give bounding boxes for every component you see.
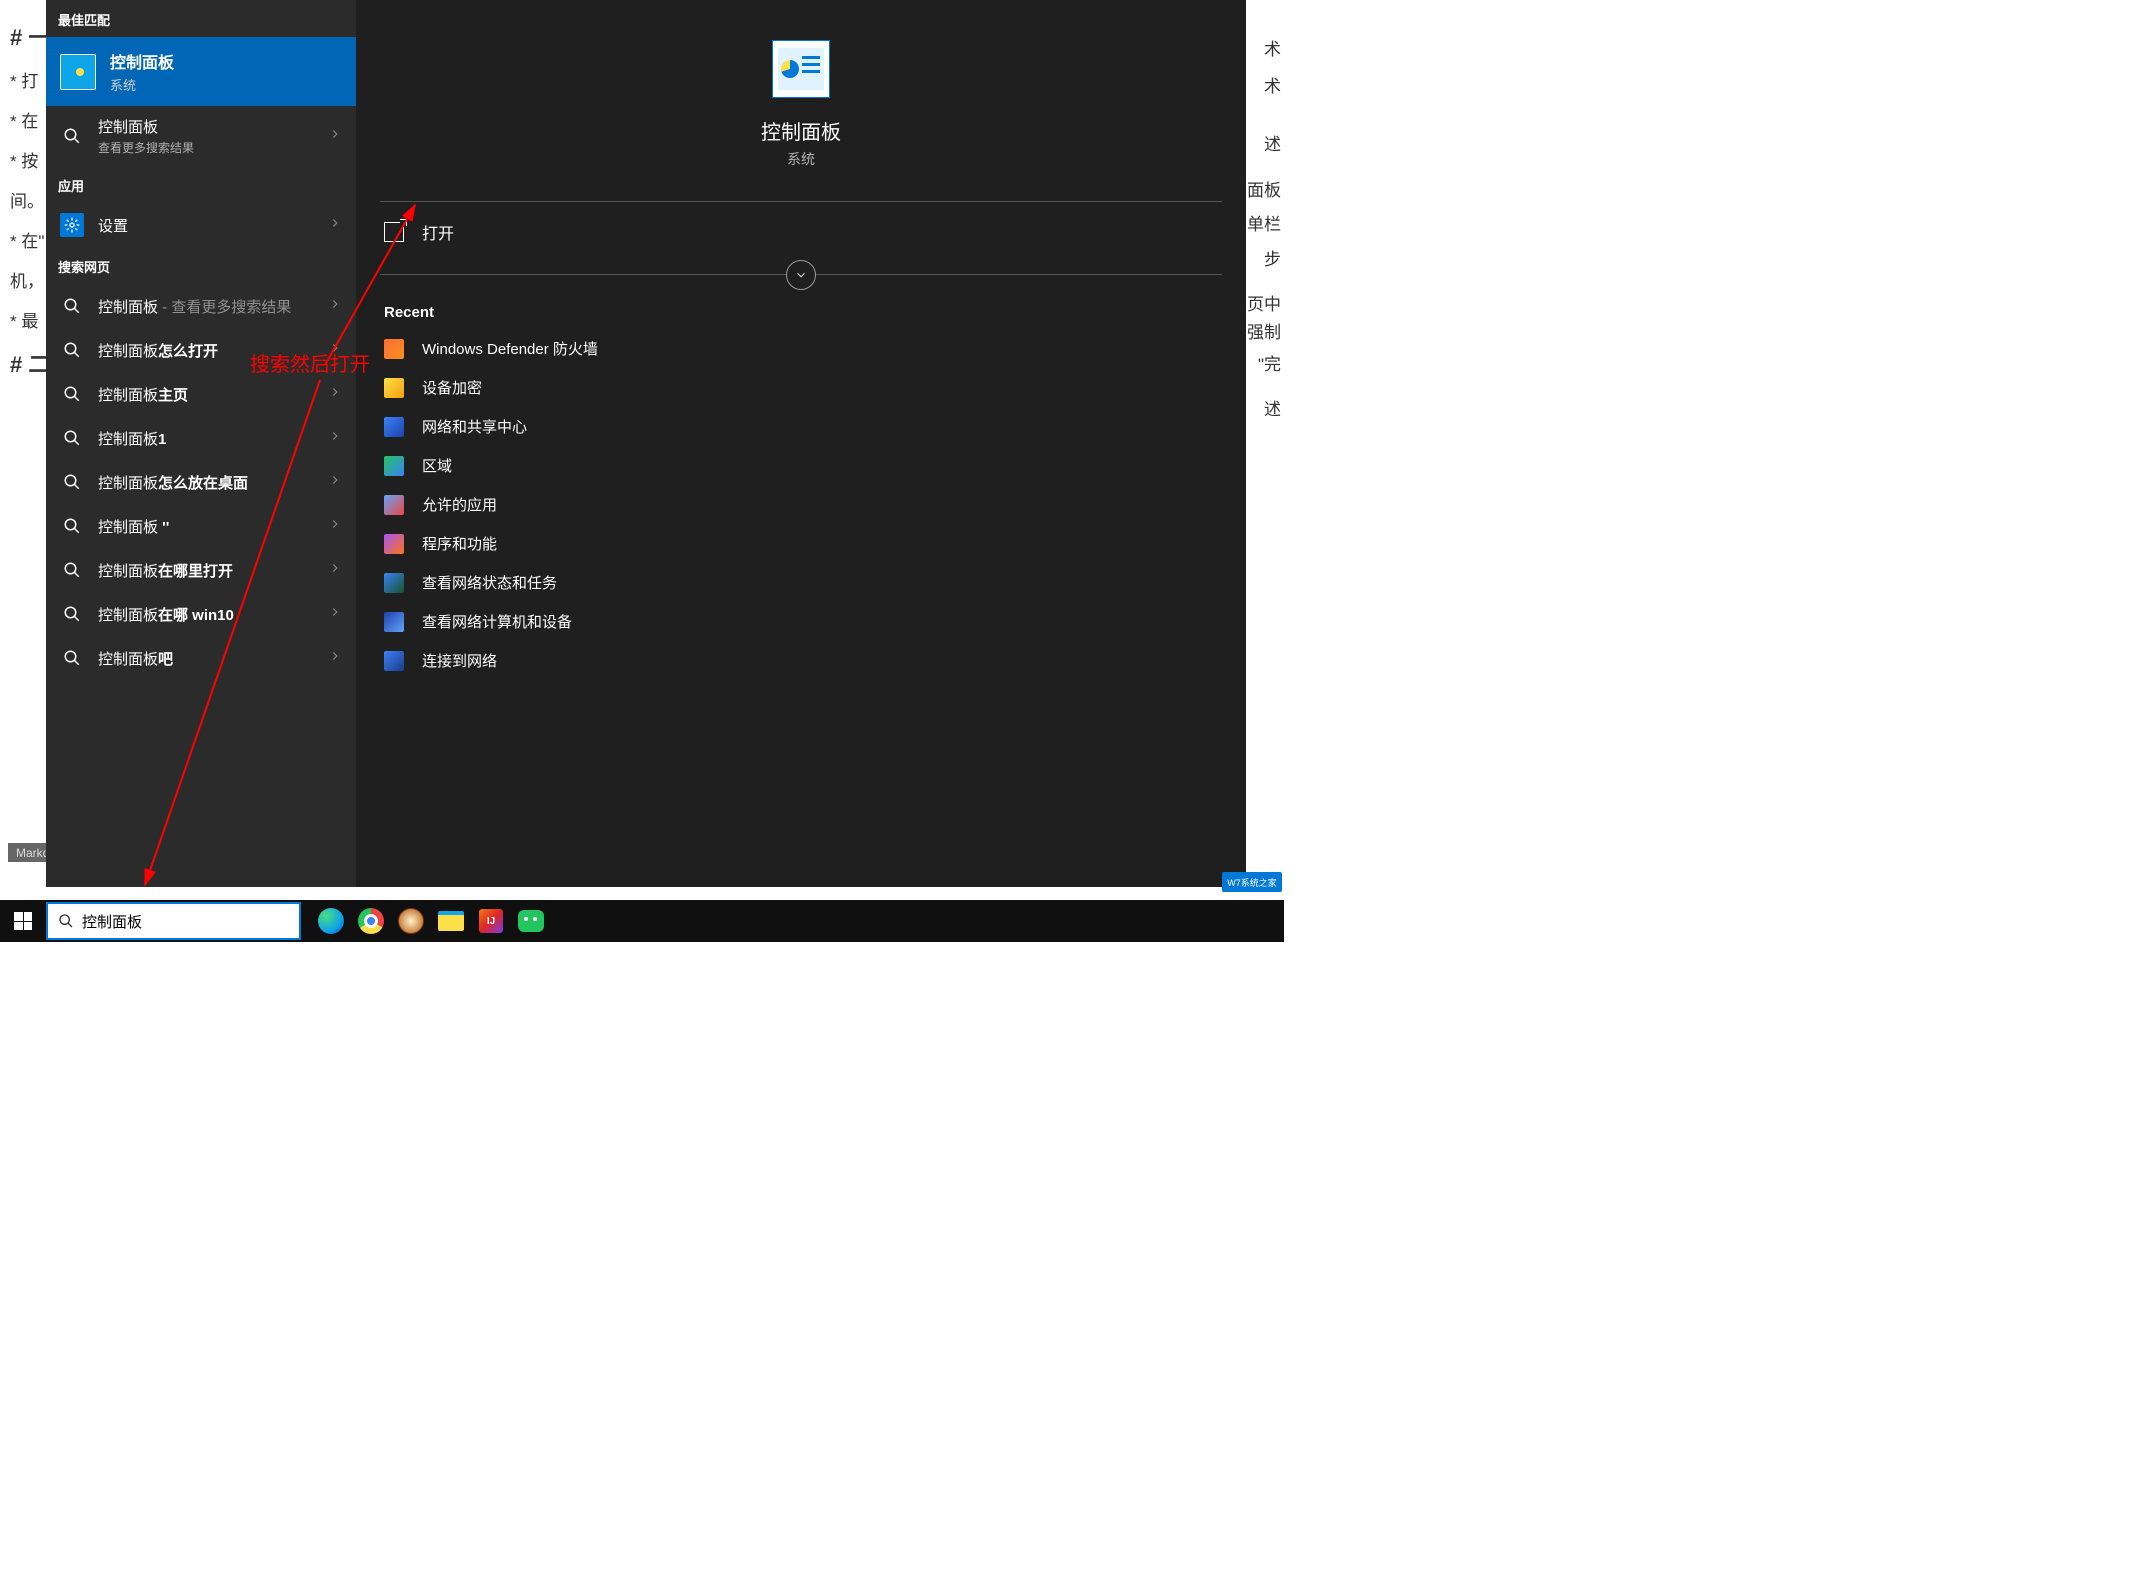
search-icon: [60, 646, 84, 670]
recent-header: Recent: [356, 290, 1246, 329]
web-result[interactable]: 控制面板主页: [46, 372, 356, 416]
recent-item-icon: [384, 651, 404, 671]
web-result[interactable]: 控制面板吧: [46, 636, 356, 680]
web-result[interactable]: 控制面板 '': [46, 504, 356, 548]
open-icon: [384, 222, 404, 242]
taskbar-chrome-icon[interactable]: [351, 900, 391, 942]
search-input[interactable]: [82, 913, 289, 930]
control-panel-icon: [60, 54, 96, 90]
recent-item[interactable]: 网络和共享中心: [356, 407, 1246, 446]
chevron-right-icon: [328, 517, 342, 536]
search-icon: [60, 294, 84, 318]
recent-item[interactable]: 设备加密: [356, 368, 1246, 407]
start-search-panel: 最佳匹配 控制面板 系统 控制面板 查看更多搜索结果 应用: [46, 0, 1246, 887]
chevron-right-icon: [328, 216, 342, 235]
control-panel-icon: [772, 40, 830, 98]
taskbar-wechat-icon[interactable]: [511, 900, 551, 942]
gear-icon: [60, 213, 84, 237]
chevron-right-icon: [328, 385, 342, 404]
recent-item-icon: [384, 495, 404, 515]
search-icon: [60, 602, 84, 626]
detail-title: 控制面板: [761, 116, 841, 145]
recent-item-icon: [384, 378, 404, 398]
web-result[interactable]: 控制面板 - 查看更多搜索结果: [46, 284, 356, 328]
recent-item-icon: [384, 417, 404, 437]
web-result[interactable]: 控制面板在哪 win10: [46, 592, 356, 636]
chevron-right-icon: [328, 341, 342, 360]
search-icon: [60, 382, 84, 406]
web-result[interactable]: 控制面板在哪里打开: [46, 548, 356, 592]
recent-item[interactable]: 连接到网络: [356, 641, 1246, 680]
recent-item[interactable]: Windows Defender 防火墙: [356, 329, 1246, 368]
web-header: 搜索网页: [46, 247, 356, 284]
recent-item-icon: [384, 456, 404, 476]
watermark: W7系统之家: [1222, 872, 1282, 892]
recent-item[interactable]: 查看网络状态和任务: [356, 563, 1246, 602]
web-result[interactable]: 控制面板怎么放在桌面: [46, 460, 356, 504]
recent-item-icon: [384, 612, 404, 632]
apps-header: 应用: [46, 166, 356, 203]
windows-logo-icon: [14, 912, 32, 930]
search-icon: [60, 558, 84, 582]
recent-item-icon: [384, 534, 404, 554]
start-button[interactable]: [0, 900, 46, 942]
search-results-column: 最佳匹配 控制面板 系统 控制面板 查看更多搜索结果 应用: [46, 0, 356, 887]
chevron-right-icon: [328, 605, 342, 624]
chevron-right-icon: [328, 429, 342, 448]
recent-item-icon: [384, 339, 404, 359]
chevron-right-icon: [328, 297, 342, 316]
taskbar-search-box[interactable]: [46, 902, 301, 940]
recent-item[interactable]: 程序和功能: [356, 524, 1246, 563]
web-result[interactable]: 控制面板1: [46, 416, 356, 460]
recent-item[interactable]: 区域: [356, 446, 1246, 485]
best-match-result[interactable]: 控制面板 系统: [46, 37, 356, 106]
taskbar: IJ: [0, 900, 1284, 942]
result-detail-pane: 控制面板 系统 打开 Recent Windows Defender 防火墙设备…: [356, 0, 1246, 887]
web-result[interactable]: 控制面板怎么打开: [46, 328, 356, 372]
search-icon: [60, 426, 84, 450]
search-icon: [60, 514, 84, 538]
best-match-subtitle: 系统: [110, 75, 174, 94]
taskbar-edge-icon[interactable]: [311, 900, 351, 942]
recent-item[interactable]: 查看网络计算机和设备: [356, 602, 1246, 641]
best-match-title: 控制面板: [110, 49, 174, 73]
search-icon: [60, 124, 84, 148]
recent-item[interactable]: 允许的应用: [356, 485, 1246, 524]
search-icon: [60, 338, 84, 362]
chevron-right-icon: [328, 561, 342, 580]
expand-button[interactable]: [786, 260, 816, 290]
settings-app-result[interactable]: 设置: [46, 203, 356, 247]
chevron-right-icon: [328, 127, 342, 146]
chevron-right-icon: [328, 473, 342, 492]
taskbar-intellij-icon[interactable]: IJ: [471, 900, 511, 942]
detail-subtitle: 系统: [787, 149, 815, 169]
taskbar-explorer-icon[interactable]: [431, 900, 471, 942]
taskbar-clock-icon[interactable]: [391, 900, 431, 942]
search-icon: [60, 470, 84, 494]
chevron-right-icon: [328, 649, 342, 668]
open-action[interactable]: 打开: [356, 202, 1246, 262]
see-more-results[interactable]: 控制面板 查看更多搜索结果: [46, 106, 356, 166]
search-icon: [58, 913, 74, 929]
best-match-header: 最佳匹配: [46, 0, 356, 37]
recent-item-icon: [384, 573, 404, 593]
